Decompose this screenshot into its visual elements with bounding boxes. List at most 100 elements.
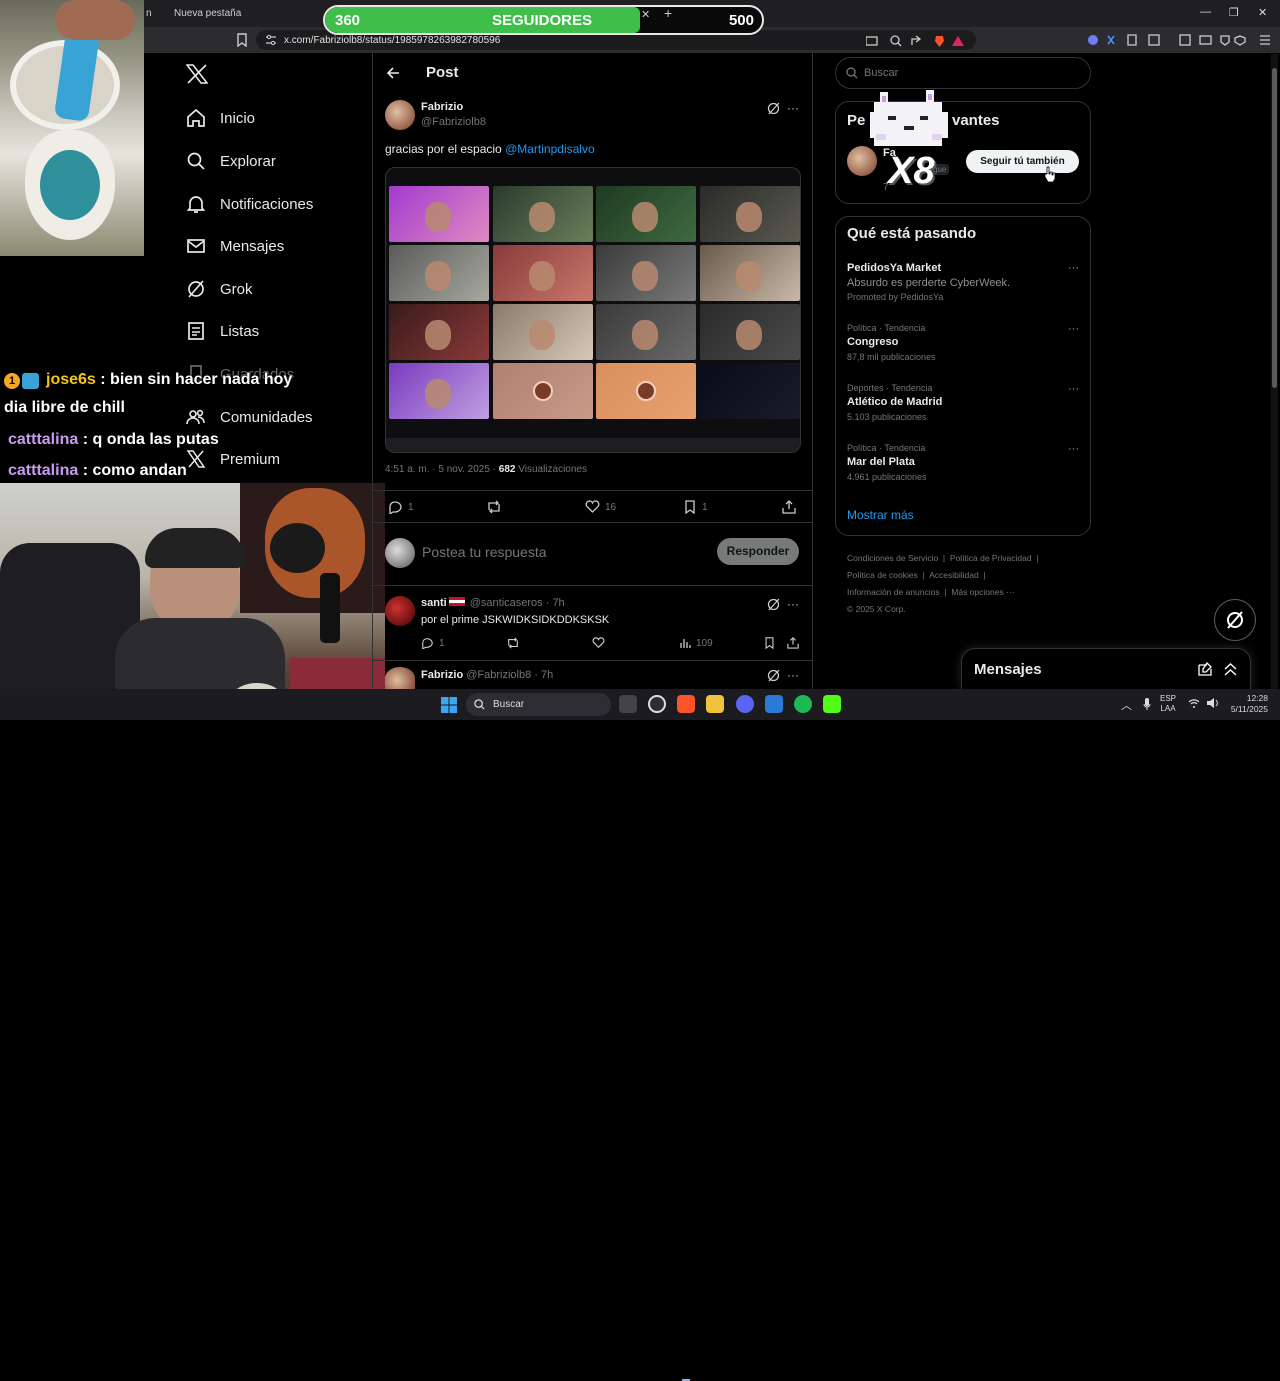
reply-author[interactable]: Fabrizio <box>421 669 463 681</box>
reply-button[interactable]: Responder <box>717 538 799 565</box>
close-window-icon[interactable]: ✕ <box>1258 6 1267 19</box>
brave-icon[interactable] <box>677 695 695 713</box>
heart-icon[interactable] <box>592 637 605 649</box>
search-bar[interactable]: Buscar <box>835 57 1091 89</box>
footer-link[interactable]: Más opciones ··· <box>951 587 1014 597</box>
footer-link[interactable]: Política de cookies <box>847 570 918 580</box>
spotify-icon[interactable] <box>794 695 812 713</box>
x-logo-icon[interactable] <box>186 64 208 84</box>
task-view-icon[interactable] <box>619 695 637 713</box>
share-icon[interactable] <box>782 499 796 514</box>
discord-icon[interactable] <box>736 695 754 713</box>
mic-icon[interactable] <box>1143 697 1151 711</box>
grok-icon[interactable] <box>767 102 780 115</box>
bookmark-page-icon[interactable] <box>236 33 248 47</box>
browser-tab[interactable]: n <box>146 0 152 27</box>
tab-close-icon[interactable]: ✕ <box>641 8 650 21</box>
folder-icon[interactable] <box>706 695 724 713</box>
reply-handle[interactable]: @santicaseros · 7h <box>470 597 565 609</box>
footer-link[interactable]: Accesibilidad <box>929 570 979 580</box>
steam-icon[interactable] <box>648 695 666 713</box>
browser-tab-new[interactable]: Nueva pestaña <box>174 0 241 27</box>
new-tab-icon[interactable]: + <box>664 5 672 21</box>
repost-icon[interactable] <box>486 500 502 514</box>
sidebar-item-listas[interactable]: Listas <box>186 316 259 346</box>
reply-author[interactable]: santi <box>421 597 447 609</box>
cursor-hand-icon <box>1044 166 1056 182</box>
avatar[interactable] <box>385 100 415 130</box>
more-options-icon[interactable]: ··· <box>787 597 799 611</box>
grok-fab[interactable] <box>1214 599 1256 641</box>
volume-icon[interactable] <box>1206 697 1220 709</box>
scrollbar-thumb[interactable] <box>1272 68 1277 388</box>
post-mention[interactable]: @Martinpdisalvo <box>505 142 595 156</box>
footer-link[interactable]: Política de Privacidad <box>950 553 1032 563</box>
scrollbar[interactable] <box>1271 54 1278 689</box>
more-options-icon[interactable]: ··· <box>787 668 799 682</box>
footer-link[interactable]: Condiciones de Servicio <box>847 553 938 563</box>
more-options-icon[interactable]: ··· <box>1068 262 1079 274</box>
sidebar-item-grok[interactable]: Grok <box>186 274 253 304</box>
trend-item[interactable]: Deportes · Tendencia Atlético de Madrid 5.… <box>847 383 1079 422</box>
author-handle[interactable]: @Fabriziolb8 <box>421 116 486 128</box>
taskbar-search[interactable]: Buscar <box>466 693 611 716</box>
windows-start-icon[interactable] <box>441 697 457 713</box>
lang-a: ESP <box>1160 694 1177 703</box>
wifi-icon[interactable] <box>1188 697 1200 709</box>
search-input[interactable]: Buscar <box>864 67 898 79</box>
taskbar-search-text: Buscar <box>493 699 525 710</box>
bookmark-icon[interactable] <box>764 637 775 649</box>
sidebar-item-mensajes[interactable]: Mensajes <box>186 231 284 261</box>
chat-badge-icon: 1 <box>4 373 20 389</box>
my-avatar <box>385 538 415 568</box>
chat-message: : q onda las putas <box>82 431 219 448</box>
show-more-link[interactable]: Mostrar más <box>847 508 914 522</box>
more-options-icon[interactable]: ··· <box>1068 383 1079 395</box>
avatar[interactable] <box>385 596 415 626</box>
sidebar-item-comunidades[interactable]: Comunidades <box>186 402 313 432</box>
views-action[interactable]: 109 <box>679 637 713 649</box>
back-arrow-icon[interactable] <box>386 66 400 80</box>
grok-icon[interactable] <box>767 669 780 682</box>
footer-link[interactable]: Información de anuncios <box>847 587 940 597</box>
more-options-icon[interactable]: ··· <box>787 101 799 115</box>
reply-action[interactable]: 1 <box>388 500 414 514</box>
trend-item[interactable]: Política · Tendencia Congreso 87,8 mil pub… <box>847 323 1079 362</box>
mail-icon <box>187 239 205 253</box>
reply-handle[interactable]: @Fabriziolb8 · 7h <box>466 669 553 681</box>
site-info-icon[interactable] <box>265 34 277 46</box>
author-name[interactable]: Fabrizio <box>421 101 463 113</box>
browser-extensions[interactable] <box>1088 33 1273 47</box>
follower-label: SEGUIDORES <box>492 12 593 29</box>
more-options-icon[interactable]: ··· <box>1068 443 1079 455</box>
kick-icon[interactable] <box>823 695 841 713</box>
trend-meta: Política · Tendencia <box>847 443 926 453</box>
minimize-icon[interactable]: — <box>1200 6 1211 18</box>
follow-back-button[interactable]: Seguir tú también <box>966 150 1079 173</box>
divider <box>373 522 812 523</box>
grok-icon[interactable] <box>767 598 780 611</box>
follower-current: 360 <box>335 12 361 29</box>
new-message-icon[interactable] <box>1198 662 1212 676</box>
sidebar-item-explorar[interactable]: Explorar <box>186 146 276 176</box>
app-icon[interactable] <box>765 695 783 713</box>
maximize-icon[interactable]: ❐ <box>1229 6 1239 19</box>
like-action[interactable]: 16 <box>585 500 616 514</box>
post-image[interactable] <box>385 167 801 453</box>
share-icon[interactable] <box>787 636 799 649</box>
sidebar-item-notificaciones[interactable]: Notificaciones <box>186 189 313 219</box>
expand-icon[interactable] <box>1224 662 1237 676</box>
avatar[interactable] <box>385 667 415 689</box>
more-options-icon[interactable]: ··· <box>1068 323 1079 335</box>
messages-drawer[interactable]: Mensajes <box>961 648 1251 689</box>
repost-icon[interactable] <box>506 637 520 649</box>
bookmark-action[interactable]: 1 <box>684 500 708 514</box>
clock[interactable]: 12:28 5/11/2025 <box>1228 693 1268 715</box>
trend-item[interactable]: PedidosYa Market Absurdo es perderte Cybe… <box>847 262 1079 302</box>
language-indicator[interactable]: ESP LAA <box>1160 694 1176 714</box>
reply-action[interactable]: 1 <box>421 637 445 649</box>
tray-chevron-icon[interactable]: ︿ <box>1121 697 1132 713</box>
sidebar-item-inicio[interactable]: Inicio <box>186 103 255 133</box>
trend-item[interactable]: Política · Tendencia Mar del Plata 4.961 p… <box>847 443 1079 482</box>
reply-input[interactable]: Postea tu respuesta <box>422 544 547 560</box>
